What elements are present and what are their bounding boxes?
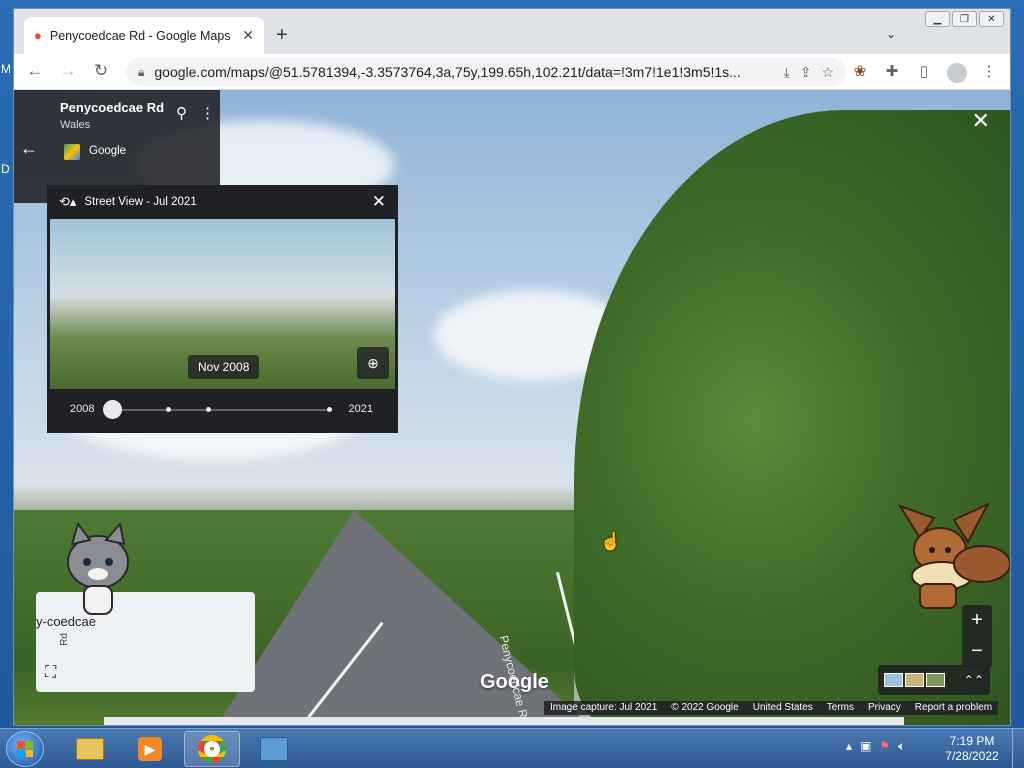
kebab-menu-icon[interactable]: ⋮ bbox=[200, 104, 215, 122]
attribution-bar: Image capture: Jul 2021 © 2022 Google Un… bbox=[544, 701, 999, 715]
fox-sticker bbox=[897, 501, 1010, 609]
zoom-out-button[interactable]: − bbox=[962, 636, 992, 667]
control-panel-icon bbox=[260, 737, 288, 761]
clock[interactable]: 7:19 PM 7/28/2022 bbox=[940, 734, 1004, 764]
timeline-label: Street View - Jul 2021 bbox=[84, 196, 197, 208]
report-problem-link[interactable]: Report a problem bbox=[915, 701, 992, 715]
desktop-icon-label[interactable]: M bbox=[1, 62, 11, 76]
show-hidden-icons[interactable]: ▴ bbox=[846, 739, 852, 754]
profile-icon[interactable] bbox=[947, 63, 967, 83]
slider-stop[interactable] bbox=[206, 407, 211, 412]
close-window-button[interactable]: ✕ bbox=[979, 11, 1004, 27]
close-icon[interactable]: ✕ bbox=[372, 192, 386, 212]
system-tray: ▴ ▣ ⚑ 🔈︎ bbox=[846, 739, 905, 754]
tab-google-maps[interactable]: ● Penycoedcae Rd - Google Maps ✕ bbox=[24, 17, 264, 54]
hand-cursor-icon: ☝ bbox=[600, 532, 622, 551]
network-icon[interactable]: ▣ bbox=[860, 739, 871, 754]
layer-thumbnail[interactable] bbox=[926, 673, 945, 687]
timeline-end-year: 2021 bbox=[348, 403, 373, 415]
action-center-icon[interactable]: ⚑ bbox=[879, 739, 890, 754]
zoom-in-button[interactable]: + bbox=[962, 605, 992, 636]
taskbar-file-explorer[interactable] bbox=[62, 731, 118, 767]
privacy-link[interactable]: Privacy bbox=[868, 701, 901, 715]
maximize-button[interactable]: ❐ bbox=[952, 11, 977, 27]
slider-stop[interactable] bbox=[166, 407, 171, 412]
provider-label: Google bbox=[89, 145, 127, 157]
selected-date: Nov 2008 bbox=[188, 355, 260, 379]
timeline-panel: ⟲▴ Street View - Jul 2021 ✕ Nov 2008 ⊕ 2… bbox=[47, 185, 398, 433]
maps-pin-icon: ● bbox=[34, 28, 42, 43]
google-maps-logo bbox=[64, 144, 80, 160]
chevron-down-icon[interactable]: ⌄ bbox=[886, 27, 896, 41]
plus-icon[interactable]: + bbox=[276, 25, 288, 45]
slider-stop[interactable] bbox=[327, 407, 332, 412]
back-arrow-icon[interactable]: ← bbox=[20, 138, 38, 159]
slider-handle[interactable] bbox=[103, 400, 122, 419]
timeline-preview[interactable]: Nov 2008 ⊕ bbox=[50, 219, 395, 389]
back-arrow-icon[interactable]: ← bbox=[24, 61, 46, 81]
window-controls: ▁ ❐ ✕ bbox=[925, 11, 1004, 27]
layer-thumbnail[interactable] bbox=[884, 673, 903, 687]
desktop-icon-label[interactable]: D bbox=[1, 162, 10, 176]
show-desktop-button[interactable] bbox=[1012, 729, 1024, 768]
horizontal-scrollbar[interactable] bbox=[104, 717, 904, 725]
share-icon[interactable]: ⇪ bbox=[800, 64, 812, 81]
lock-icon[interactable]: 🔒︎ bbox=[138, 65, 144, 80]
place-subtitle: Wales bbox=[60, 119, 91, 131]
forward-arrow-icon[interactable]: → bbox=[57, 61, 79, 81]
paw-extension-icon[interactable]: ❀ bbox=[850, 62, 870, 80]
close-icon[interactable]: ✕ bbox=[972, 108, 990, 134]
clock-date: 7/28/2022 bbox=[945, 749, 999, 763]
taskbar: ▶ ▴ ▣ ⚑ 🔈︎ 7:19 PM 7/28/2022 bbox=[0, 728, 1024, 768]
slider-track[interactable] bbox=[112, 409, 329, 411]
chrome-icon bbox=[198, 735, 226, 763]
timeline-slider[interactable]: 2008 2021 bbox=[47, 389, 398, 433]
history-icon[interactable]: ⟲▴ bbox=[59, 194, 76, 210]
minimap-road-label: Rd bbox=[58, 633, 70, 646]
zoom-in-icon[interactable]: ⊕ bbox=[357, 347, 389, 379]
browser-toolbar: ← → ↻ 🔒︎ google.com/maps/@51.5781394,-3.… bbox=[14, 54, 1010, 90]
tab-title: Penycoedcae Rd - Google Maps bbox=[49, 28, 231, 43]
kebab-menu-icon[interactable]: ⋮ bbox=[979, 62, 999, 80]
copyright: © 2022 Google bbox=[671, 702, 739, 713]
reload-icon[interactable]: ↻ bbox=[90, 61, 112, 81]
media-player-icon: ▶ bbox=[138, 737, 162, 761]
timeline-start-year: 2008 bbox=[70, 403, 95, 415]
volume-icon[interactable]: 🔈︎ bbox=[898, 739, 905, 754]
clock-time: 7:19 PM bbox=[949, 734, 995, 748]
star-icon[interactable]: ☆ bbox=[821, 64, 834, 81]
expand-icon[interactable]: ⛶ bbox=[45, 664, 56, 682]
start-button[interactable] bbox=[6, 731, 44, 767]
tab-strip: ● Penycoedcae Rd - Google Maps ✕ + ⌄ ▁ ❐… bbox=[14, 9, 1010, 54]
minimize-button[interactable]: ▁ bbox=[925, 11, 950, 27]
taskbar-media-player[interactable]: ▶ bbox=[122, 731, 178, 767]
location-pin-icon[interactable]: ⚲ bbox=[176, 104, 187, 122]
url-text[interactable]: google.com/maps/@51.5781394,-3.3573764,3… bbox=[154, 64, 773, 80]
install-icon[interactable]: ⤓ bbox=[784, 64, 790, 81]
layers-control[interactable]: ⌃⌃ bbox=[878, 665, 990, 695]
taskbar-chrome[interactable] bbox=[184, 731, 240, 767]
folder-icon bbox=[76, 738, 104, 760]
layer-thumbnail[interactable] bbox=[905, 673, 924, 687]
close-icon[interactable]: ✕ bbox=[242, 27, 254, 44]
layers-expand-icon[interactable]: ⌃⌃ bbox=[964, 673, 984, 687]
taskbar-control-panel[interactable] bbox=[246, 731, 302, 767]
browser-window: ● Penycoedcae Rd - Google Maps ✕ + ⌄ ▁ ❐… bbox=[13, 8, 1011, 726]
place-title: Penycoedcae Rd bbox=[60, 100, 165, 115]
timeline-header: ⟲▴ Street View - Jul 2021 ✕ bbox=[47, 185, 398, 219]
image-capture-date: Image capture: Jul 2021 bbox=[550, 702, 658, 713]
puzzle-extension-icon[interactable]: ✚ bbox=[882, 62, 902, 80]
hedge-right bbox=[574, 110, 1010, 725]
terms-link[interactable]: Terms bbox=[827, 701, 854, 715]
sidepanel-icon[interactable]: ▯ bbox=[914, 62, 934, 80]
region-link[interactable]: United States bbox=[753, 701, 813, 715]
cat-sticker bbox=[67, 522, 129, 615]
windows-logo-icon bbox=[17, 741, 33, 757]
street-view-canvas[interactable]: ← Penycoedcae Rd Wales Google ⚲ ⋮ ✕ ⟲▴ S… bbox=[14, 90, 1010, 725]
address-bar[interactable]: 🔒︎ google.com/maps/@51.5781394,-3.357376… bbox=[126, 58, 846, 86]
zoom-controls: + − bbox=[962, 605, 992, 667]
